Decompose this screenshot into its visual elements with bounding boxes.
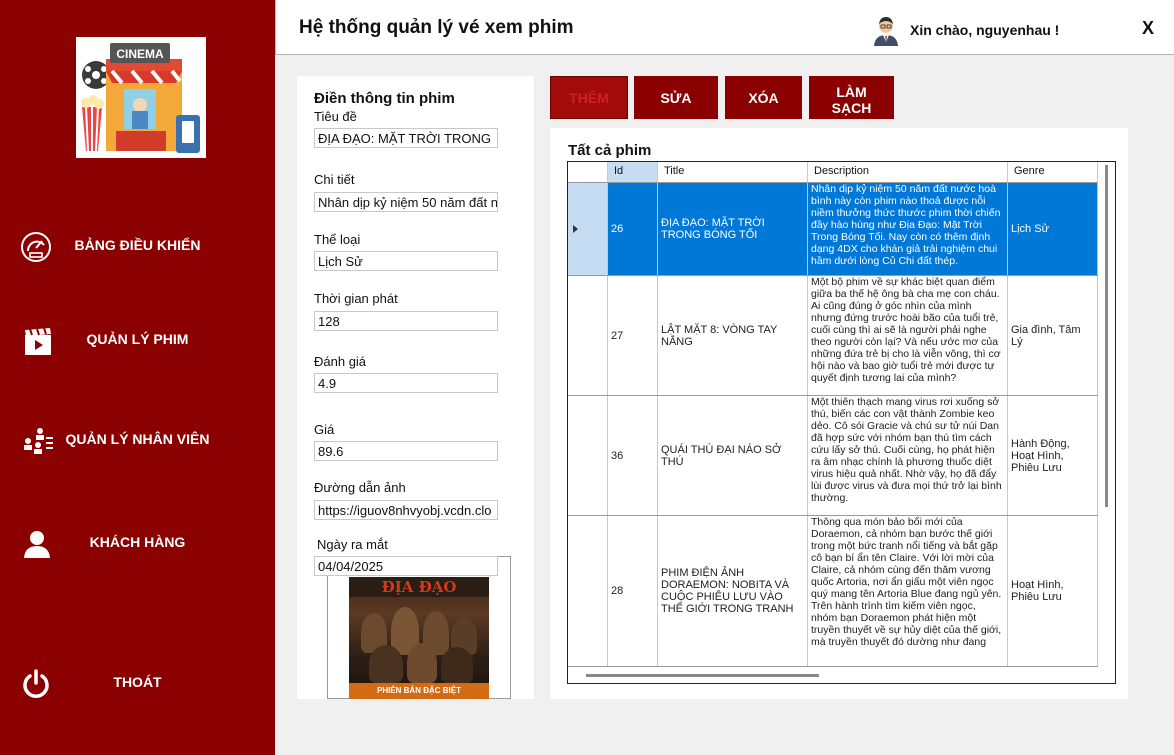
row-header: [568, 276, 608, 395]
cell-genre: Gia đình, Tâm Lý: [1008, 276, 1098, 395]
form-title: Điền thông tin phim: [314, 90, 455, 107]
table-row[interactable]: 27 LẬT MẶT 8: VÒNG TAY NẮNG Một bộ phim …: [568, 276, 1098, 396]
nav-staff-label: QUẢN LÝ NHÂN VIÊN: [65, 431, 210, 447]
clear-button[interactable]: LÀM SẠCH: [809, 76, 894, 119]
cell-genre: Hoạt Hình, Phiêu Lưu: [1008, 516, 1098, 666]
sidebar: CINEMA BẢNG ĐIỀU KHIỂN QUẢN LÝ PHIM QUẢN…: [0, 0, 275, 755]
cell-description: Một thiên thạch mang virus rơi xuống sở …: [808, 396, 1008, 515]
table-row[interactable]: 28 PHIM ĐIỆN ẢNH DORAEMON: NOBITA VÀ CUỘ…: [568, 516, 1098, 667]
cell-description: Thông qua món bảo bối mới của Doraemon, …: [808, 516, 1008, 666]
column-header-title[interactable]: Title: [658, 162, 808, 182]
cell-id: 26: [608, 183, 658, 275]
row-header: [568, 516, 608, 666]
nav-dashboard[interactable]: BẢNG ĐIỀU KHIỂN: [0, 221, 275, 271]
vertical-scrollbar[interactable]: [1098, 162, 1115, 683]
cell-genre: Lịch Sử: [1008, 183, 1098, 275]
image-url-input[interactable]: https://iguov8nhvyobj.vcdn.clo: [314, 500, 498, 520]
duration-label: Thời gian phát: [314, 291, 398, 306]
release-date-label: Ngày ra mắt: [317, 537, 388, 552]
cell-title: QUÁI THÚ ĐẠI NÁO SỞ THÚ: [658, 396, 808, 515]
row-header-corner: [568, 162, 608, 182]
greeting-text: Xin chào, nguyenhau !: [910, 22, 1060, 38]
movie-form-panel: Điền thông tin phim Tiêu đề ĐỊA ĐẠO: MẶT…: [297, 76, 534, 699]
delete-button[interactable]: XÓA: [725, 76, 802, 119]
horizontal-scrollbar[interactable]: [568, 667, 1098, 683]
vertical-scrollbar-thumb[interactable]: [1105, 165, 1108, 507]
duration-input[interactable]: 128: [314, 311, 498, 331]
movies-table-panel: Tất cả phim Id Title Description Genre 2…: [550, 128, 1128, 699]
cell-description: Một bộ phim về sự khác biệt quan điểm gi…: [808, 276, 1008, 395]
column-header-id[interactable]: Id: [608, 162, 658, 182]
detail-label: Chi tiết: [314, 172, 355, 187]
title-label: Tiêu đề: [314, 109, 357, 124]
row-pointer-icon: [573, 225, 578, 233]
clear-button-line2: SẠCH: [831, 100, 872, 116]
logo-text: CINEMA: [116, 47, 164, 61]
poster-image: ĐỊA ĐẠO PHIÊN BẢN ĐẶC BIỆT: [349, 577, 489, 699]
table-row[interactable]: 26 ĐỊA ĐẠO: MẶT TRỜI TRONG BÓNG TỐI Nhân…: [568, 183, 1098, 276]
nav-movies[interactable]: QUẢN LÝ PHIM: [0, 315, 275, 365]
column-header-description[interactable]: Description: [808, 162, 1008, 182]
grid-header: Id Title Description Genre: [568, 162, 1098, 183]
clear-button-line1: LÀM: [836, 84, 867, 100]
rating-label: Đánh giá: [314, 354, 367, 369]
cell-id: 36: [608, 396, 658, 515]
genre-label: Thể loại: [314, 232, 361, 247]
nav-exit-label: THOÁT: [113, 674, 162, 690]
nav-dashboard-label: BẢNG ĐIỀU KHIỂN: [74, 237, 201, 253]
release-date-input[interactable]: 04/04/2025: [314, 556, 498, 576]
nav-customers-label: KHÁCH HÀNG: [89, 534, 186, 550]
nav-customers[interactable]: KHÁCH HÀNG: [0, 518, 275, 568]
app-title: Hệ thống quản lý vé xem phim: [299, 17, 574, 38]
cell-description: Nhân dịp kỷ niệm 50 năm đất nước hoà bìn…: [808, 183, 1008, 275]
add-button[interactable]: THÊM: [550, 76, 628, 119]
nav-exit[interactable]: THOÁT: [0, 658, 275, 708]
poster-title: ĐỊA ĐẠO: [381, 578, 457, 596]
cinema-logo-image: CINEMA: [76, 37, 206, 158]
cell-id: 27: [608, 276, 658, 395]
cell-title: PHIM ĐIỆN ẢNH DORAEMON: NOBITA VÀ CUỘC P…: [658, 516, 808, 666]
poster-preview: ĐỊA ĐẠO PHIÊN BẢN ĐẶC BIỆT: [327, 556, 511, 699]
column-header-genre[interactable]: Genre: [1008, 162, 1098, 182]
detail-input[interactable]: Nhân dịp kỷ niệm 50 năm đất n: [314, 192, 498, 212]
cinema-logo: CINEMA: [76, 37, 206, 158]
close-button[interactable]: X: [1142, 18, 1154, 39]
movies-grid[interactable]: Id Title Description Genre 26 ĐỊA ĐẠO: M…: [567, 161, 1116, 684]
cell-title: ĐỊA ĐẠO: MẶT TRỜI TRONG BÓNG TỐI: [658, 183, 808, 275]
genre-input[interactable]: Lịch Sử: [314, 251, 498, 271]
header-bar: Hệ thống quản lý vé xem phim Xin chào, n…: [275, 0, 1174, 55]
row-header: [568, 396, 608, 515]
cell-id: 28: [608, 516, 658, 666]
nav-staff[interactable]: QUẢN LÝ NHÂN VIÊN: [0, 415, 275, 465]
horizontal-scrollbar-thumb[interactable]: [586, 674, 819, 677]
cell-genre: Hành Động, Hoạt Hình, Phiêu Lưu: [1008, 396, 1098, 515]
poster-band: PHIÊN BẢN ĐẶC BIỆT: [349, 683, 489, 699]
table-title: Tất cả phim: [568, 142, 652, 159]
user-avatar-icon: [874, 17, 898, 46]
table-row[interactable]: 36 QUÁI THÚ ĐẠI NÁO SỞ THÚ Một thiên thạ…: [568, 396, 1098, 516]
nav-movies-label: QUẢN LÝ PHIM: [86, 331, 189, 347]
cell-title: LẬT MẶT 8: VÒNG TAY NẮNG: [658, 276, 808, 395]
edit-button[interactable]: SỬA: [634, 76, 718, 119]
rating-input[interactable]: 4.9: [314, 373, 498, 393]
title-input[interactable]: ĐỊA ĐẠO: MẶT TRỜI TRONG: [314, 128, 498, 148]
price-input[interactable]: 89.6: [314, 441, 498, 461]
price-label: Giá: [314, 422, 335, 437]
row-header: [568, 183, 608, 275]
image-url-label: Đường dẫn ảnh: [314, 480, 406, 495]
